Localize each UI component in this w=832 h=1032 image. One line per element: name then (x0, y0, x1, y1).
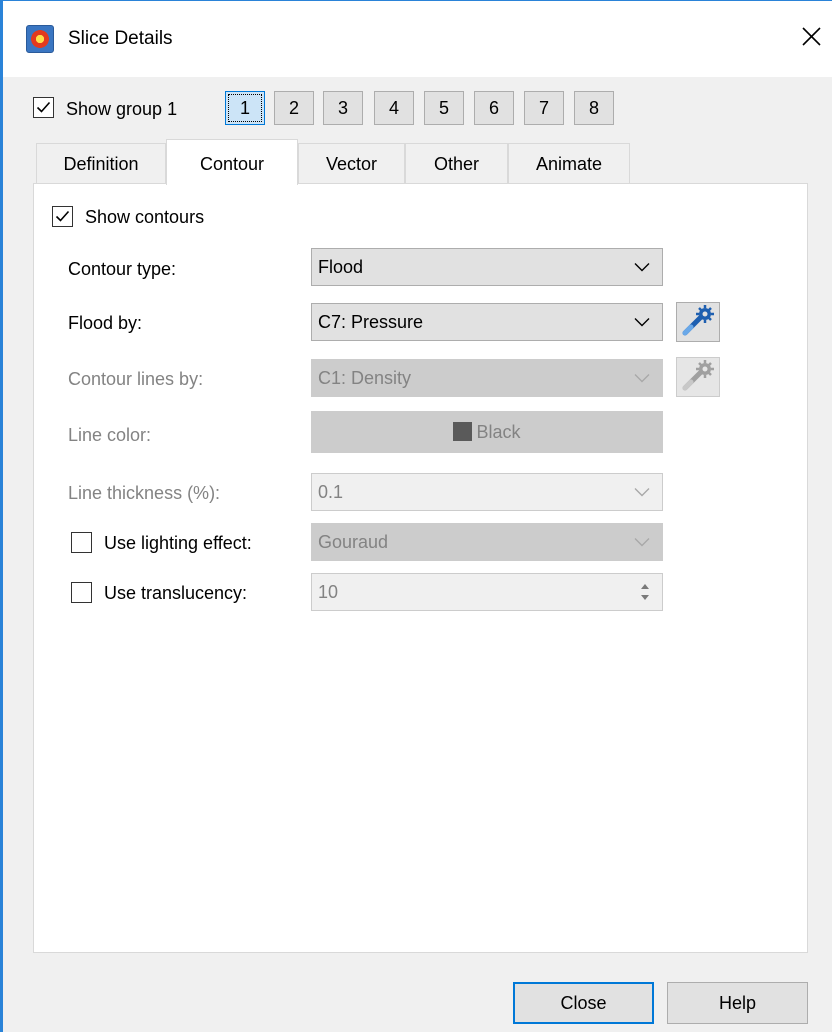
checkmark-icon (36, 101, 51, 113)
line-color-label: Line color: (68, 425, 152, 445)
contour-lines-by-value: C1: Density (318, 368, 412, 388)
group-button-7[interactable]: 7 (524, 91, 564, 125)
line-thickness-label: Line thickness (%): (68, 483, 221, 503)
flood-by-label: Flood by: (68, 313, 143, 333)
group-button-3[interactable]: 3 (323, 91, 363, 125)
translucency-checkbox[interactable] (71, 582, 92, 603)
tab-definition[interactable]: Definition (36, 143, 166, 183)
line-thickness-combo[interactable]: 0.1 (311, 473, 663, 511)
close-icon (802, 27, 821, 46)
group-button-6[interactable]: 6 (474, 91, 514, 125)
color-swatch (453, 422, 473, 441)
tab-vector[interactable]: Vector (298, 143, 405, 183)
title-bar[interactable]: Slice Details (3, 1, 832, 77)
chevron-down-icon (634, 538, 650, 547)
window-title: Slice Details (68, 28, 173, 49)
group-button-4[interactable]: 4 (374, 91, 414, 125)
contour-lines-by-select[interactable]: C1: Density (311, 359, 663, 397)
chevron-down-icon (634, 374, 650, 383)
line-thickness-value: 0.1 (318, 482, 344, 502)
translucency-spinner[interactable]: 10 (311, 573, 663, 611)
line-color-button[interactable]: Black (311, 411, 663, 453)
flood-by-value: C7: Pressure (318, 312, 424, 332)
translucency-value: 10 (318, 582, 339, 602)
show-group-checkbox[interactable] (33, 97, 54, 118)
lighting-effect-value: Gouraud (318, 532, 389, 552)
contour-type-label: Contour type: (68, 259, 177, 279)
group-button-5[interactable]: 5 (424, 91, 464, 125)
tab-animate[interactable]: Animate (508, 143, 630, 183)
translucency-label[interactable]: Use translucency: (104, 582, 247, 604)
chevron-down-icon (634, 318, 650, 327)
spin-arrows-icon[interactable] (638, 581, 652, 603)
group-button-1[interactable]: 1 (225, 91, 265, 125)
window-border (0, 0, 3, 1032)
group-button-2[interactable]: 2 (274, 91, 314, 125)
close-window-button[interactable] (793, 19, 829, 55)
app-icon (26, 25, 54, 53)
slice-details-dialog: Slice Details Show group 1 1 2 3 4 5 6 7… (0, 0, 832, 1032)
group-button-8[interactable]: 8 (574, 91, 614, 125)
magic-wand-gear-icon (682, 305, 714, 336)
contour-type-value: Flood (318, 257, 364, 277)
chevron-down-icon (634, 488, 650, 497)
checkmark-icon (55, 210, 70, 222)
close-button[interactable]: Close (513, 982, 654, 1024)
line-color-value: Black (476, 422, 521, 442)
chevron-down-icon (634, 263, 650, 272)
contour-type-select[interactable]: Flood (311, 248, 663, 286)
lighting-effect-label[interactable]: Use lighting effect: (104, 532, 252, 554)
lighting-effect-checkbox[interactable] (71, 532, 92, 553)
show-contours-checkbox[interactable] (52, 206, 73, 227)
help-button[interactable]: Help (667, 982, 808, 1024)
contour-tab-panel (33, 183, 808, 953)
magic-wand-gear-icon (682, 360, 714, 391)
flood-by-settings-button[interactable] (676, 302, 720, 342)
tab-other[interactable]: Other (405, 143, 508, 183)
contour-lines-by-label: Contour lines by: (68, 369, 204, 389)
flood-by-select[interactable]: C7: Pressure (311, 303, 663, 341)
contour-lines-settings-button[interactable] (676, 357, 720, 397)
tab-contour[interactable]: Contour (166, 139, 298, 185)
show-group-label[interactable]: Show group 1 (66, 98, 177, 120)
show-contours-label[interactable]: Show contours (85, 206, 204, 228)
lighting-effect-select[interactable]: Gouraud (311, 523, 663, 561)
